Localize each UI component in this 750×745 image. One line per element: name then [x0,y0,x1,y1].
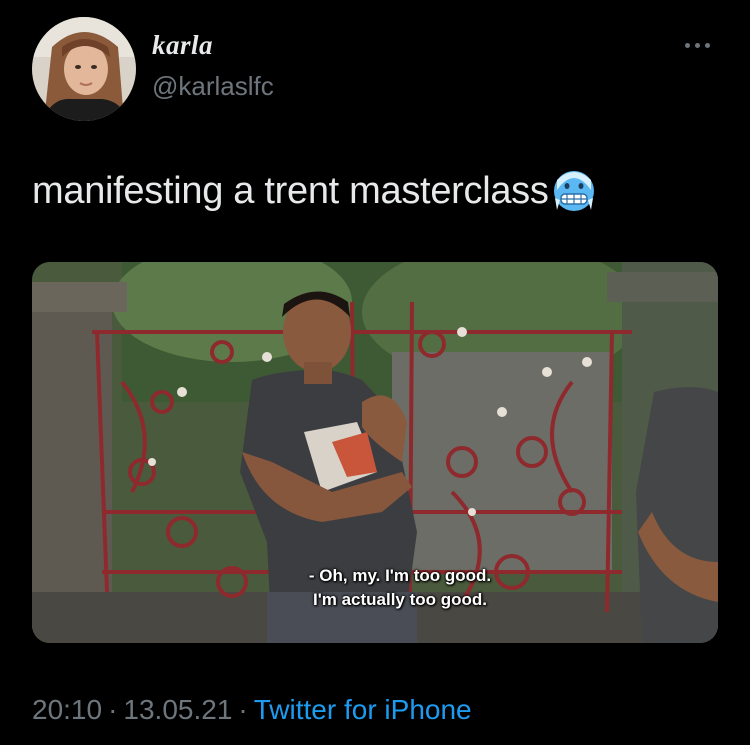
tweet-text-row: manifesting a trent masterclass [32,168,597,214]
video-subtitles: - Oh, my. I'm too good. I'm actually too… [32,564,718,612]
tweet: karla @karlaslfc manifesting a trent mas… [0,0,750,745]
tweet-text: manifesting a trent masterclass [32,169,549,212]
profile-photo-icon [32,17,136,121]
subtitle-line-1: - Oh, my. I'm too good. [308,566,492,585]
tweet-metadata: 20:10 · 13.05.21 · Twitter for iPhone [32,694,472,726]
cold-face-emoji-icon [551,168,597,214]
tweet-date[interactable]: 13.05.21 [123,694,232,725]
meta-separator: · [238,694,248,725]
meta-separator: · [108,694,118,725]
avatar[interactable] [32,17,136,121]
display-name[interactable]: karla [152,30,213,61]
tweet-source-link[interactable]: Twitter for iPhone [254,694,472,725]
subtitle-line-2: I'm actually too good. [312,590,488,609]
tweet-time[interactable]: 20:10 [32,694,102,725]
more-dots-icon [685,43,690,48]
user-handle[interactable]: @karlaslfc [152,71,274,102]
more-options-button[interactable] [682,36,718,56]
video-thumbnail[interactable]: - Oh, my. I'm too good. I'm actually too… [32,262,718,643]
